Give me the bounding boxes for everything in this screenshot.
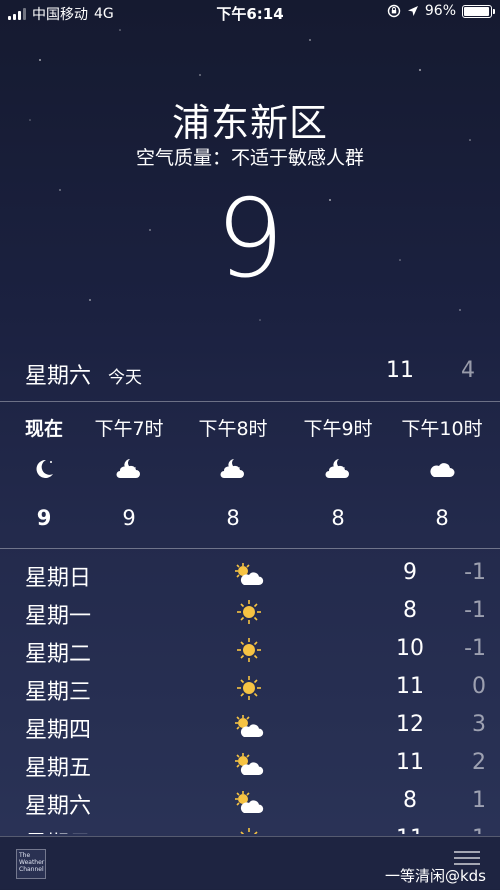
status-bar: 中国移动 4G 下午6:14 96%	[0, 0, 500, 24]
hour-temp: 8	[435, 506, 449, 530]
day-low: 1	[440, 826, 486, 834]
day-name: 星期五	[25, 756, 92, 781]
day-high: 9	[403, 560, 417, 585]
partly-sunny-icon	[235, 753, 264, 775]
day-low: 2	[472, 750, 486, 775]
today-day: 星期六	[25, 364, 92, 389]
current-temperature: 9	[215, 177, 285, 302]
day-name: 星期二	[25, 642, 92, 667]
daily-row: 星期四 12 3	[0, 708, 500, 746]
battery-icon	[462, 4, 495, 18]
hour-temp: 8	[226, 506, 240, 530]
sun-icon	[237, 676, 261, 700]
daily-row: 星期五 11 2	[0, 746, 500, 784]
hour-temp: 9	[122, 506, 136, 530]
daily-forecast[interactable]: 星期日 9 -1 星期一 8 -1 星期二 10 -1 星期三 11 0 星期四…	[0, 556, 500, 834]
day-low: 0	[472, 674, 486, 699]
day-high: 12	[396, 712, 424, 737]
today-high: 11	[386, 358, 414, 383]
day-low: -1	[464, 598, 486, 623]
day-low: 3	[472, 712, 486, 737]
partly-sunny-icon	[235, 791, 264, 813]
day-name: 星期一	[25, 604, 92, 629]
today-row: 星期六 今天 11 4	[0, 356, 500, 392]
today-tag: 今天	[108, 368, 142, 388]
hour-temp: 8	[331, 506, 345, 530]
day-high: 11	[382, 826, 438, 834]
day-name: 星期六	[25, 794, 92, 819]
day-high: 11	[396, 750, 424, 775]
daily-row: 星期二 10 -1	[0, 632, 500, 670]
city-name: 浦东新区	[171, 101, 328, 145]
day-name: 星期三	[25, 680, 92, 705]
today-low: 4	[461, 358, 475, 383]
day-low: -1	[464, 636, 486, 661]
location-icon	[407, 6, 418, 16]
watermark-text: 一等清闲@kds	[384, 867, 486, 885]
hour-label: 下午9时	[303, 418, 373, 440]
hour-label: 下午10时	[401, 418, 483, 440]
day-low: -1	[464, 560, 486, 585]
orientation-lock-icon	[387, 4, 401, 18]
daily-row: 星期日 11 1	[0, 822, 500, 834]
day-name: 星期日	[25, 826, 91, 834]
bottom-toolbar: The Weather Channel 一等清闲@kds	[0, 836, 500, 890]
daily-row: 星期一 8 -1	[0, 594, 500, 632]
sun-icon	[237, 600, 261, 624]
hour-label: 下午8时	[198, 418, 268, 440]
divider-top	[0, 401, 500, 402]
hourly-forecast[interactable]: 现在 9 下午7时 9 下午8时 8 下午9时 8 下午10时 8	[0, 404, 500, 546]
battery-fill	[464, 6, 489, 16]
day-low: 1	[472, 788, 486, 813]
moon-icon	[29, 456, 59, 482]
battery-percent: 96%	[424, 3, 456, 19]
partly-sunny-icon	[235, 715, 264, 737]
status-right: 96%	[387, 3, 495, 19]
sun-icon	[237, 638, 261, 662]
partly-cloudy-night-icon	[218, 456, 248, 482]
divider-bottom	[0, 548, 500, 549]
daily-row: 星期六 8 1	[0, 784, 500, 822]
daily-row: 星期日 9 -1	[0, 556, 500, 594]
weather-channel-logo[interactable]: The Weather Channel	[16, 849, 46, 879]
day-high: 10	[396, 636, 424, 661]
hour-label: 下午7时	[94, 418, 164, 440]
partly-cloudy-night-icon	[114, 456, 144, 482]
weather-screen: { "status_bar": { "carrier": "中国移动", "ne…	[0, 0, 500, 890]
air-quality-label: 空气质量：不适于敏感人群	[135, 147, 364, 169]
daily-row: 星期三 11 0	[0, 670, 500, 708]
partly-sunny-icon	[235, 563, 264, 585]
partly-cloudy-night-icon	[323, 456, 353, 482]
day-name: 星期四	[25, 718, 92, 743]
day-high: 11	[396, 674, 424, 699]
day-name: 星期日	[25, 566, 92, 591]
day-high: 8	[403, 598, 417, 623]
day-high: 8	[403, 788, 417, 813]
cloud-icon	[427, 456, 457, 482]
sun-icon	[240, 828, 258, 834]
